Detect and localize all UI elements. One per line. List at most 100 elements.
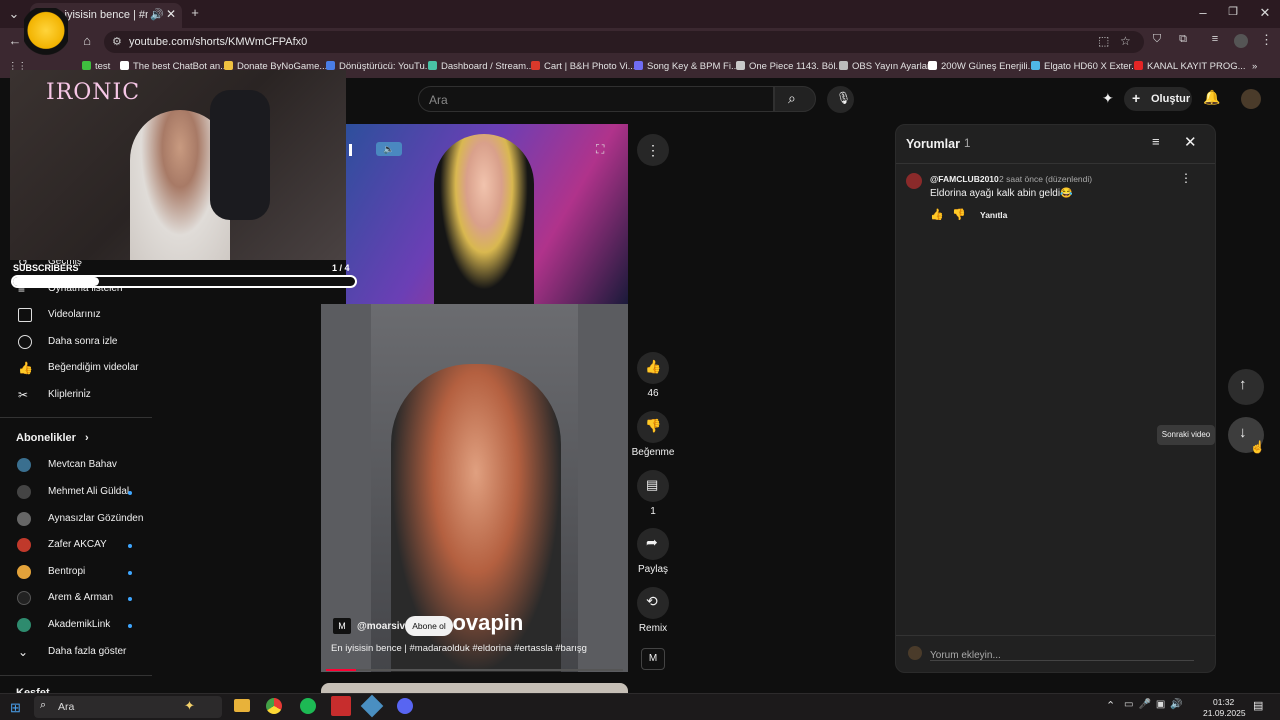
sidebar-item-liked-videos[interactable]: 👍 Beğendiğim videolar <box>0 355 152 381</box>
user-avatar <box>908 646 922 660</box>
like-button[interactable]: 👍 <box>637 352 669 384</box>
subscriptions-heading[interactable]: Abonelikler › <box>16 432 89 444</box>
media-icon[interactable]: ≡ <box>1208 33 1222 45</box>
sort-icon[interactable]: ≡ <box>1152 134 1160 149</box>
subscription-item[interactable]: Aynasızlar Gözünden <box>0 506 152 532</box>
create-button[interactable]: + Oluştur <box>1124 87 1192 111</box>
short-channel-name[interactable]: @moarsiv <box>357 621 405 632</box>
gemini-icon[interactable]: ✦ <box>1102 90 1114 107</box>
file-explorer-icon[interactable] <box>234 699 250 712</box>
url-field[interactable]: ⚙ youtube.com/shorts/KMWmCFPAfx0 ⬚ ☆ <box>104 31 1144 53</box>
subscription-item[interactable]: Bentropi <box>0 559 152 585</box>
notifications-icon[interactable]: ▤ <box>1253 699 1263 712</box>
start-icon[interactable]: ⊞ <box>10 700 21 716</box>
spotify-icon[interactable] <box>300 698 316 714</box>
bookmark-label: Song Key & BPM Fi... <box>647 61 739 72</box>
new-tab-icon[interactable]: + <box>188 5 202 20</box>
sidebar-item-watch-later[interactable]: Daha sonra izle <box>0 329 152 355</box>
more-options-button[interactable]: ⋮ <box>637 134 669 166</box>
comment-author-avatar[interactable] <box>906 173 922 189</box>
subscription-item[interactable]: Mehmet Ali Güldal <box>0 479 152 505</box>
app-icon[interactable] <box>360 694 384 718</box>
bookmark-item[interactable]: Cart | B&H Photo Vi... <box>531 61 636 72</box>
search-input[interactable]: Ara <box>418 86 774 112</box>
close-window-icon[interactable]: ✕ <box>1258 5 1272 21</box>
bookmark-item[interactable]: Song Key & BPM Fi... <box>634 61 739 72</box>
subscriptions-title: Abonelikler <box>16 432 76 444</box>
voice-search-button[interactable]: 🎙 <box>827 86 854 113</box>
channel-logo[interactable]: M <box>333 618 351 634</box>
bookmark-item[interactable]: KANAL KAYIT PROG... <box>1134 61 1246 72</box>
sidebar-item-your-videos[interactable]: Videolarınız <box>0 302 152 328</box>
short-progress-track[interactable] <box>326 669 623 671</box>
close-icon[interactable]: ✕ <box>1184 133 1197 151</box>
tray-icons[interactable]: ▭🎤▣🔊 <box>1124 699 1188 710</box>
back-icon[interactable]: ← <box>8 33 22 48</box>
restore-icon[interactable]: ❐ <box>1226 5 1240 18</box>
channel-name: Arem & Arman <box>48 592 114 603</box>
subscription-item[interactable]: AkademikLink <box>0 612 152 638</box>
tray-chevron-icon[interactable]: ⌃ <box>1106 699 1115 712</box>
previous-short-button[interactable]: ↑ <box>1228 369 1264 405</box>
dislike-button[interactable]: 👎 <box>637 411 669 443</box>
bookmark-item[interactable]: One Piece 1143. Böl... <box>736 61 843 72</box>
search-button[interactable]: ⌕ <box>774 86 816 112</box>
next-short-preview[interactable] <box>321 683 628 693</box>
add-comment-input[interactable]: Yorum ekleyin... <box>930 645 1194 661</box>
bookmark-item[interactable]: OBS Yayın Ayarları <box>839 61 933 72</box>
site-info-icon[interactable]: ⚙ <box>112 35 122 48</box>
audio-channel-thumbnail[interactable]: M <box>641 648 665 670</box>
install-app-icon[interactable]: ⬚ <box>1098 34 1109 48</box>
voicemeeter-icon[interactable] <box>331 696 351 716</box>
short-video-player[interactable]: novapin M @moarsiv Abone ol En iyisisin … <box>321 304 628 672</box>
mute-indicator-icon[interactable]: 🔈 <box>376 142 402 156</box>
bookmark-item[interactable]: 200W Güneş Enerjili... <box>928 61 1036 72</box>
more-bookmarks-icon[interactable]: » <box>1252 61 1257 72</box>
comments-button[interactable]: ▤ <box>637 470 669 502</box>
profile-avatar[interactable] <box>1234 34 1248 48</box>
bookmark-favicon-icon <box>839 61 848 70</box>
subscription-item[interactable]: Zafer AKCAY <box>0 532 152 558</box>
comment-dislike-icon[interactable]: 👎 <box>952 208 966 221</box>
tab-list-icon[interactable]: ⌄ <box>6 6 22 22</box>
subscribe-label: Abone ol <box>412 621 446 631</box>
comment-author[interactable]: @FAMCLUB2010 <box>930 174 999 184</box>
show-more-label: Daha fazla göster <box>48 646 127 657</box>
bookmark-item[interactable]: Dashboard / Stream... <box>428 61 534 72</box>
channel-avatar <box>17 512 31 526</box>
clock-time[interactable]: 01:32 <box>1213 697 1234 707</box>
reply-button[interactable]: Yanıtla <box>980 210 1007 220</box>
fullscreen-icon[interactable]: ⛶ <box>596 142 604 157</box>
subscription-item[interactable]: Arem & Arman <box>0 585 152 611</box>
clock-date[interactable]: 21.09.2025 <box>1203 708 1246 718</box>
bookmark-star-icon[interactable]: ☆ <box>1120 34 1131 48</box>
tab-close-icon[interactable]: ✕ <box>166 7 176 21</box>
bookmark-label: OBS Yayın Ayarları <box>852 61 933 72</box>
sidebar-item-clips[interactable]: ✂ Kliplerini̇z <box>0 382 152 408</box>
discord-icon[interactable] <box>397 698 413 714</box>
chrome-icon[interactable] <box>266 698 282 714</box>
remix-button[interactable]: ⟲ <box>637 587 669 619</box>
show-more-button[interactable]: ⌄ Daha fazla göster <box>0 639 152 665</box>
channel-avatar <box>17 618 31 632</box>
comment-options-icon[interactable]: ⋮ <box>1180 171 1192 185</box>
subscribers-goal-bar <box>11 275 357 288</box>
account-avatar[interactable] <box>1241 89 1261 109</box>
shield-icon[interactable]: ⛉ <box>1150 33 1164 46</box>
subscribe-button[interactable]: Abone ol <box>405 616 453 636</box>
taskbar-search[interactable]: ⌕ Ara ✦ <box>34 696 222 718</box>
bookmark-item[interactable]: Elgato HD60 X Exter... <box>1031 61 1139 72</box>
extensions-icon[interactable]: ⧉ <box>1176 33 1190 46</box>
tab-audio-icon[interactable]: 🔊 <box>150 8 164 21</box>
comment-like-icon[interactable]: 👍 <box>930 208 944 221</box>
home-icon[interactable]: ⌂ <box>80 33 94 48</box>
subscribers-goal-fill <box>13 277 99 286</box>
notifications-icon[interactable]: 🔔 <box>1203 89 1220 106</box>
new-content-dot <box>128 624 132 628</box>
minimize-icon[interactable]: – <box>1196 5 1210 20</box>
subscription-item[interactable]: Mevtcan Bahav <box>0 452 152 478</box>
channel-name: Mehmet Ali Güldal <box>48 486 130 497</box>
comments-count: 1 <box>964 138 971 150</box>
share-button[interactable]: ➦ <box>637 528 669 560</box>
browser-menu-icon[interactable]: ⋮ <box>1260 32 1273 48</box>
